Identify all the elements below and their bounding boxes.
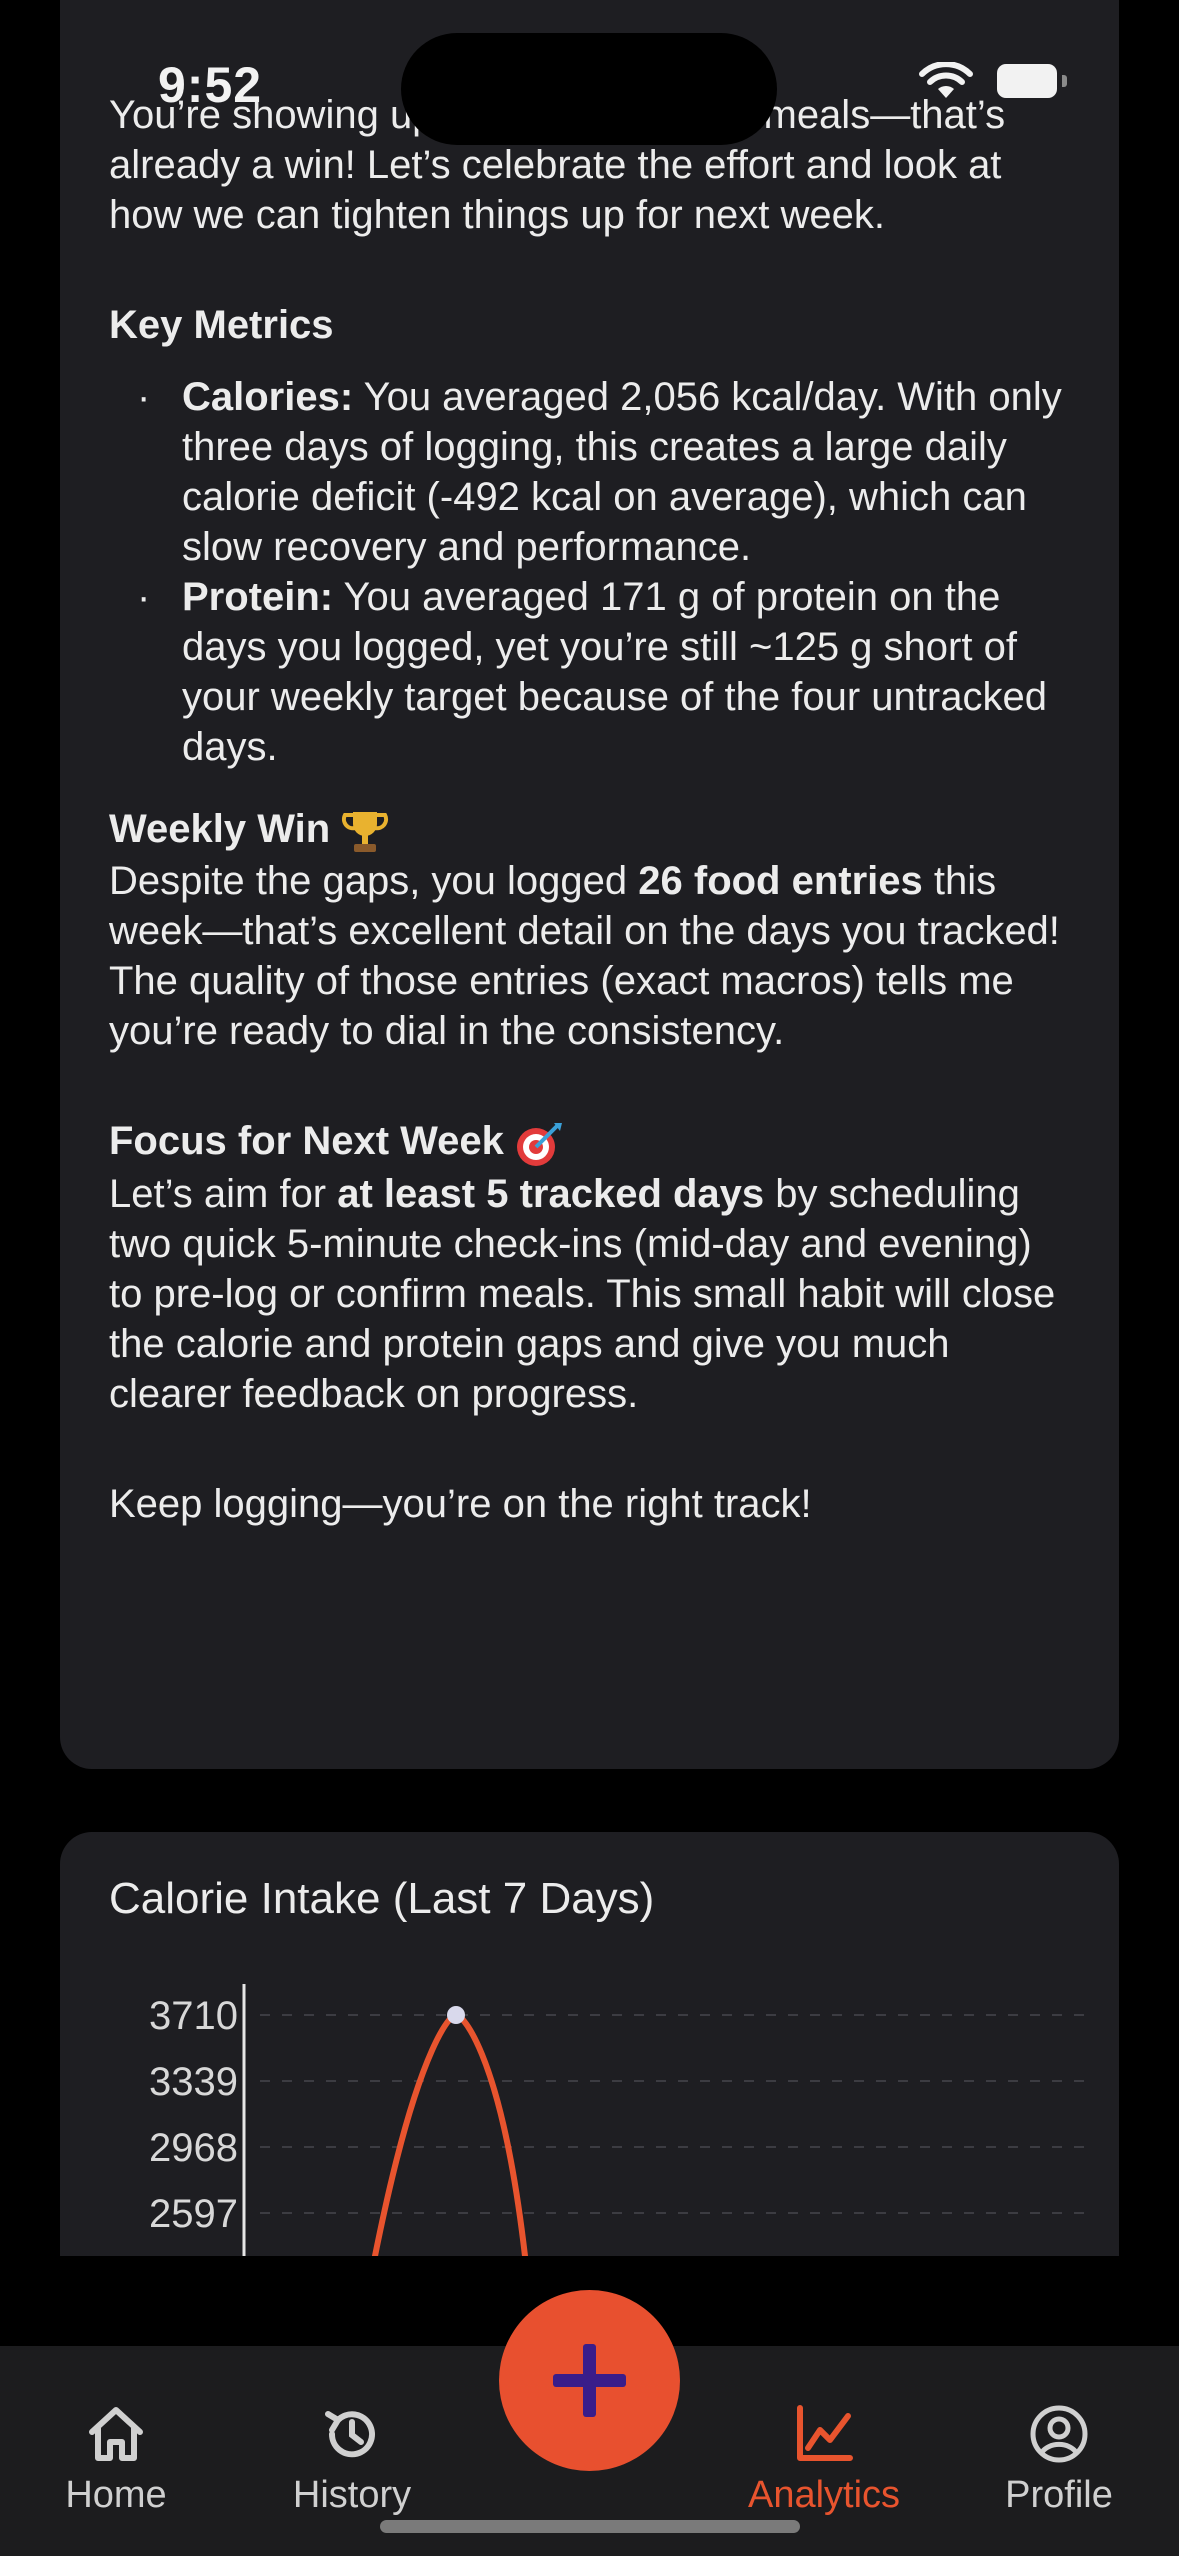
tab-analytics[interactable]: Analytics [724, 2402, 924, 2517]
status-time: 9:52 [158, 57, 263, 113]
y-tick-label: 3339 [149, 2060, 238, 2104]
key-metrics-heading: Key Metrics [109, 303, 334, 347]
tab-label: History [292, 2474, 412, 2516]
profile-icon [1030, 2405, 1088, 2463]
calorie-line-chart: 3710 3339 2968 2597 [149, 1984, 1090, 2256]
metrics-list: Calories: You averaged 2,056 kcal/day. W… [109, 372, 1071, 772]
metric-label: Protein: [182, 575, 334, 619]
analytics-icon [797, 2405, 853, 2461]
battery-icon [997, 64, 1067, 98]
y-tick-label: 2968 [149, 2126, 238, 2170]
add-entry-button[interactable] [499, 2290, 680, 2471]
y-tick-label: 2597 [149, 2192, 238, 2236]
history-icon [325, 2411, 375, 2458]
home-icon [89, 2407, 143, 2461]
tab-label: Analytics [747, 2474, 901, 2516]
peak-data-point[interactable] [447, 2006, 465, 2024]
tab-label: Home [65, 2474, 167, 2516]
focus-text: Let’s aim for at least 5 tracked days by… [109, 1171, 1056, 1416]
weekly-win-heading: Weekly Win [109, 804, 1071, 856]
summary-content: You’re showing up and tracking your meal… [109, 90, 1071, 1529]
y-tick-label: 3710 [149, 1994, 238, 2038]
focus-heading: Focus for Next Week [109, 1116, 1071, 1168]
tab-home[interactable]: Home [16, 2402, 216, 2517]
metric-calories: Calories: You averaged 2,056 kcal/day. W… [109, 372, 1071, 572]
wifi-icon [919, 62, 973, 98]
status-bar: 9:52 [0, 0, 1179, 150]
weekly-win-text: Despite the gaps, you logged 26 food ent… [109, 859, 1060, 1054]
tab-history[interactable]: History [252, 2402, 452, 2517]
tab-label: Profile [1005, 2474, 1113, 2516]
calorie-series-line [372, 2011, 528, 2256]
closing-text: Keep logging—you’re on the right track! [109, 1481, 812, 1526]
metric-protein: Protein: You averaged 171 g of protein o… [109, 572, 1071, 772]
trophy-icon [342, 812, 389, 853]
weekly-summary-card: You’re showing up and tracking your meal… [60, 0, 1119, 1769]
home-indicator [380, 2520, 800, 2533]
target-icon [516, 1122, 562, 1166]
dynamic-island [401, 33, 777, 145]
metric-label: Calories: [182, 375, 354, 419]
tab-profile[interactable]: Profile [959, 2402, 1159, 2517]
calorie-chart-card: Calorie Intake (Last 7 Days) 3710 3339 296… [60, 1832, 1119, 2256]
